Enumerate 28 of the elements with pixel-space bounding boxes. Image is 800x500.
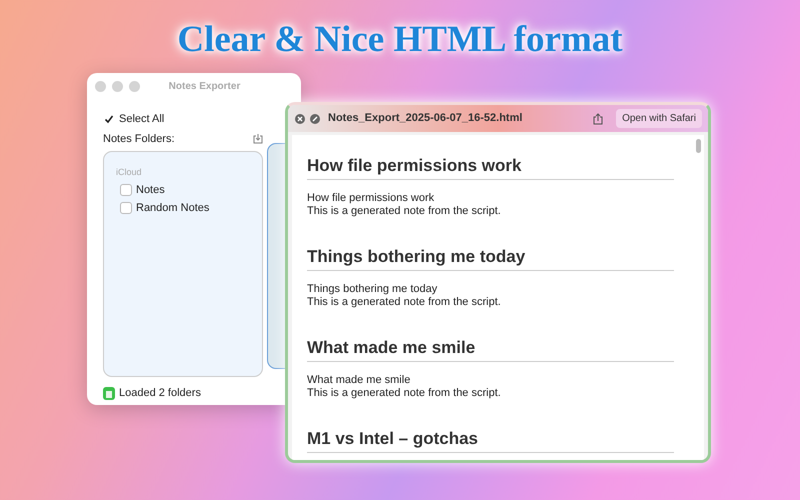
close-icon[interactable] [295,114,305,124]
minimize-button[interactable] [112,80,123,92]
close-button[interactable] [95,80,106,92]
file-title: Notes_Export_2025-06-07_16-52.html [328,111,522,126]
note-text: How file permissions work This is a generated note from the script. [307,192,502,218]
block-icon[interactable] [310,114,320,124]
headline: Clear & Nice HTML format [177,19,623,60]
note-text: Things bothering me today This is a generated note from the script. [307,283,502,310]
folder-name: Random Notes [136,201,210,216]
note-text: What made me smile This is a generated note from the script. [307,374,502,400]
share-icon[interactable] [593,112,604,124]
open-with-safari-button[interactable]: Open with Safari [616,109,702,128]
scrollbar-thumb[interactable] [696,139,701,153]
window-title: Notes Exporter [168,80,242,94]
export-icon[interactable] [253,133,263,144]
folder-checkbox[interactable] [120,202,132,214]
note-heading: M1 vs Intel – gotchas [307,428,674,454]
folder-group-label: iCloud [116,166,143,179]
status-icon [103,386,115,400]
note-heading: How file permissions work [307,155,674,180]
folders-label: Notes Folders: [103,132,175,146]
select-all-label: Select All [119,112,164,127]
note-heading: What made me smile [307,337,674,362]
folder-checkbox[interactable] [120,184,132,196]
note-heading: Things bothering me today [307,246,674,272]
folder-name: Notes [136,182,165,198]
zoom-button[interactable] [129,80,140,92]
status-text: Loaded 2 folders [119,386,201,401]
